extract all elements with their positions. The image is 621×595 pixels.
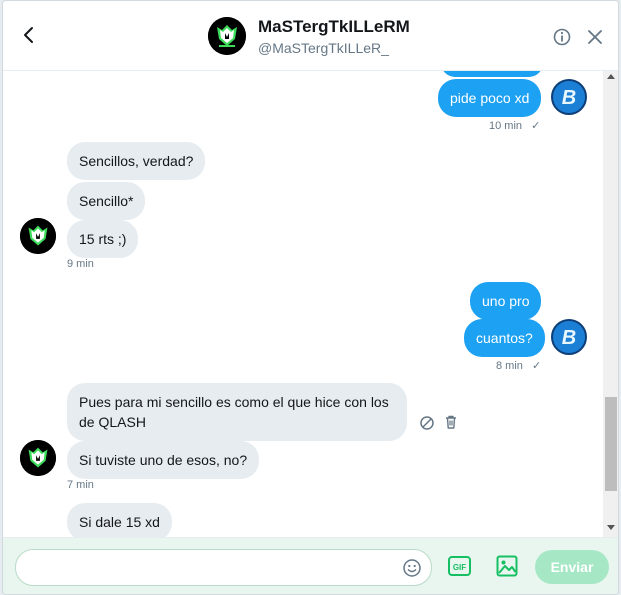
mastergkiller-logo-icon xyxy=(20,218,56,254)
message-bubble-outgoing[interactable]: cuantos? xyxy=(464,319,545,357)
header-handle: @MaSTergTkILLeR_ xyxy=(258,40,389,56)
mastergkiller-logo-icon xyxy=(20,440,56,476)
message-bubble-outgoing[interactable]: uno pro xyxy=(470,282,542,320)
sender-avatar[interactable] xyxy=(20,440,56,476)
own-avatar[interactable]: B xyxy=(551,319,587,355)
sender-avatar[interactable] xyxy=(20,218,56,254)
conversation-header: MaSTergTkILLeRM @MaSTergTkILLeR_ xyxy=(3,1,618,71)
trash-icon[interactable] xyxy=(443,414,459,430)
message-line: de QLASH xyxy=(79,414,146,430)
b-logo-icon: B xyxy=(553,81,585,113)
scroll-down-arrow-icon[interactable] xyxy=(607,525,615,530)
info-icon[interactable] xyxy=(553,28,571,46)
read-check-icon: ✓ xyxy=(531,120,541,132)
message-bubble-incoming[interactable]: 15 rts ;) xyxy=(67,220,139,258)
message-timestamp: 7 min xyxy=(67,479,94,491)
message-bubble-incoming[interactable]: Si tuviste uno de esos, no? xyxy=(67,441,260,479)
message-list: pide poco xd B 10 min ✓ Sencillos, verda… xyxy=(3,71,603,537)
message-list-scrollbar[interactable] xyxy=(603,71,618,537)
gif-button[interactable]: GIF xyxy=(448,556,471,576)
send-button[interactable]: Enviar xyxy=(535,550,609,584)
message-input-box[interactable] xyxy=(15,549,432,586)
svg-text:B: B xyxy=(562,87,576,109)
message-composer: GIF Enviar xyxy=(3,537,618,594)
b-logo-icon: B xyxy=(553,321,585,353)
message-bubble-outgoing[interactable]: pide poco xd xyxy=(438,79,542,117)
message-bubble-partial[interactable] xyxy=(441,71,543,77)
svg-text:B: B xyxy=(562,327,576,349)
message-bubble-incoming[interactable]: Sencillos, verdad? xyxy=(67,142,206,180)
timestamp-text: 10 min xyxy=(489,120,523,132)
message-timestamp: 8 min ✓ xyxy=(496,359,541,372)
back-chevron-icon[interactable] xyxy=(19,25,39,45)
message-bubble-incoming[interactable]: Pues para mi sencillo es como el que hic… xyxy=(67,383,407,441)
timestamp-text: 8 min xyxy=(496,360,523,372)
emoji-icon[interactable] xyxy=(402,558,422,578)
read-check-icon: ✓ xyxy=(531,360,542,372)
own-avatar[interactable]: B xyxy=(551,79,587,115)
message-timestamp: 10 min ✓ xyxy=(489,119,540,132)
dm-window: MaSTergTkILLeRM @MaSTergTkILLeR_ pide po… xyxy=(2,0,619,595)
message-bubble-incoming[interactable]: Sencillo* xyxy=(67,182,146,220)
block-icon[interactable] xyxy=(419,415,435,431)
mastergkiller-logo-icon xyxy=(208,17,246,55)
header-avatar[interactable] xyxy=(208,17,246,55)
message-line: Pues para mi sencillo es como el que hic… xyxy=(79,394,389,410)
gif-icon: GIF xyxy=(448,556,471,576)
image-icon[interactable] xyxy=(496,555,518,577)
message-timestamp: 9 min xyxy=(67,258,94,270)
message-bubble-incoming[interactable]: Si dale 15 xd xyxy=(67,503,172,537)
scroll-up-arrow-icon[interactable] xyxy=(607,74,615,79)
header-display-name[interactable]: MaSTergTkILLeRM xyxy=(258,17,410,37)
close-icon[interactable] xyxy=(588,30,602,44)
svg-text:GIF: GIF xyxy=(453,563,466,572)
scrollbar-thumb[interactable] xyxy=(605,397,617,491)
message-input[interactable] xyxy=(28,559,398,575)
